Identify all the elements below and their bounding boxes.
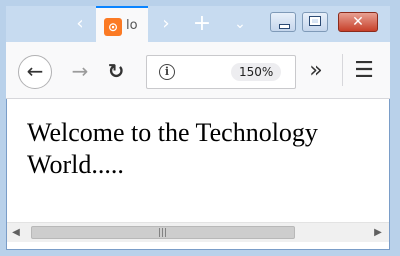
reload-button[interactable]: ↻ [102, 57, 130, 85]
scrollbar-grip: ||| [158, 228, 168, 238]
maximize-button[interactable] [302, 12, 328, 32]
minimize-button[interactable] [270, 12, 296, 32]
zoom-level-badge[interactable]: 150% [231, 63, 282, 81]
open-menu-button[interactable]: ☰ [350, 57, 378, 85]
tab-scroll-left-icon[interactable]: ‹ [70, 14, 90, 34]
arrow-left-icon: ← [26, 59, 44, 83]
close-button[interactable]: ✕ [338, 12, 378, 32]
xampp-favicon-icon: ⊙ [104, 18, 122, 36]
new-tab-plus-icon[interactable]: + [192, 13, 212, 35]
back-button[interactable]: ← [18, 55, 52, 89]
overflow-menu-button[interactable]: » [302, 57, 330, 85]
hamburger-menu-icon: ☰ [354, 58, 374, 83]
minimize-icon [279, 24, 290, 29]
horizontal-scrollbar[interactable]: ◀ ||| ▶ [7, 222, 389, 242]
scrollbar-thumb[interactable]: ||| [31, 226, 295, 239]
tab-title: lo [126, 18, 138, 33]
tab-strip: ‹ ⊙ lo › + ⌄ ✕ [6, 6, 390, 42]
forward-button[interactable]: → [66, 57, 94, 85]
close-icon: ✕ [352, 14, 364, 30]
scroll-right-arrow-icon[interactable]: ▶ [369, 223, 387, 243]
tab-scroll-right-icon[interactable]: › [156, 14, 176, 34]
arrow-right-icon: → [71, 59, 89, 83]
page-heading: Welcome to the Technology World..... [27, 118, 318, 179]
double-chevron-right-icon: » [309, 58, 323, 83]
page-content: Welcome to the Technology World..... [7, 99, 389, 220]
navigation-toolbar: ← → ↻ i 150% » ☰ [6, 42, 390, 99]
reload-icon: ↻ [107, 59, 125, 83]
maximize-icon [309, 16, 321, 26]
site-info-icon[interactable]: i [159, 64, 175, 80]
scroll-left-arrow-icon[interactable]: ◀ [7, 223, 25, 243]
tab-active[interactable]: ⊙ lo [96, 6, 148, 42]
toolbar-divider [342, 54, 343, 86]
url-bar[interactable]: i 150% [146, 55, 296, 89]
list-all-tabs-chevron-down-icon[interactable]: ⌄ [230, 14, 250, 34]
